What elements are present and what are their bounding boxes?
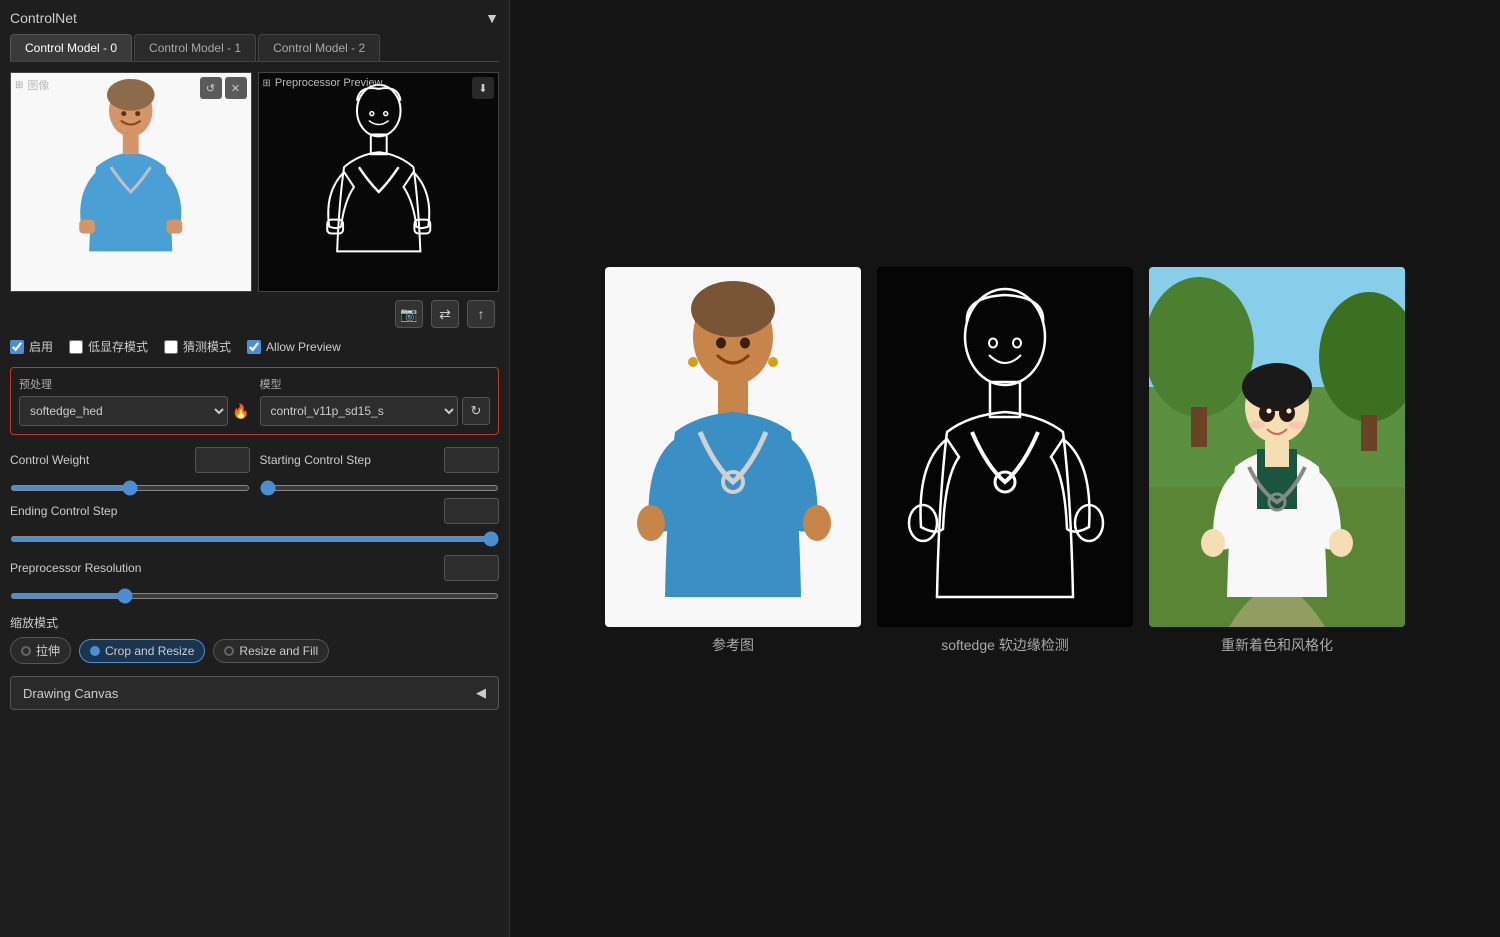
source-image-label: ⊞ 图像 bbox=[15, 77, 49, 93]
model-col: 模型 control_v11p_sd15_s ↻ bbox=[260, 376, 491, 426]
reference-caption: 参考图 bbox=[712, 635, 754, 655]
model-label: 模型 bbox=[260, 376, 491, 392]
refresh-source-btn[interactable]: ↺ bbox=[200, 77, 222, 99]
low-vram-label: 低显存模式 bbox=[88, 338, 148, 355]
radio-group: 拉伸 Crop and Resize Resize and Fill bbox=[10, 637, 499, 664]
anime-image bbox=[1149, 267, 1405, 627]
preproc-res-row: Preprocessor Resolution 512 bbox=[10, 555, 499, 581]
result-image-anime: 重新着色和风格化 bbox=[1149, 267, 1405, 655]
control-weight-value[interactable]: 1 bbox=[195, 447, 250, 473]
preprocessor-select-row: softedge_hed 🔥 bbox=[19, 396, 250, 426]
radio-crop-resize[interactable]: Crop and Resize bbox=[79, 639, 205, 663]
controlnet-header: ControlNet ▼ bbox=[10, 10, 499, 26]
allow-preview-checkbox-item[interactable]: Allow Preview bbox=[247, 340, 341, 354]
guess-mode-label: 猜测模式 bbox=[183, 338, 231, 355]
left-panel: ControlNet ▼ Control Model - 0 Control M… bbox=[0, 0, 510, 937]
scale-mode-section: 缩放模式 拉伸 Crop and Resize Resize and Fill bbox=[10, 614, 499, 664]
preproc-res-value[interactable]: 512 bbox=[444, 555, 499, 581]
nurse-photo bbox=[11, 73, 251, 291]
control-weight-label: Control Weight bbox=[10, 453, 90, 467]
upload-btn[interactable]: ↑ bbox=[467, 300, 495, 328]
right-panel: 参考图 bbox=[510, 0, 1500, 937]
preproc-res-label: Preprocessor Resolution bbox=[10, 561, 141, 575]
tab-control-model-2[interactable]: Control Model - 2 bbox=[258, 34, 380, 61]
ending-step-row: Ending Control Step 1 bbox=[10, 498, 499, 524]
control-weight-slider[interactable] bbox=[10, 485, 250, 491]
model-selection-box: 预处理 softedge_hed 🔥 模型 control_v11p_sd15_… bbox=[10, 367, 499, 435]
allow-preview-checkbox[interactable] bbox=[247, 340, 261, 354]
camera-btn[interactable]: 📷 bbox=[395, 300, 423, 328]
model-row: 预处理 softedge_hed 🔥 模型 control_v11p_sd15_… bbox=[19, 376, 490, 426]
starting-step-value[interactable]: 0 bbox=[444, 447, 499, 473]
source-image-controls: ↺ ✕ bbox=[200, 77, 247, 99]
edge-image bbox=[877, 267, 1133, 627]
anime-caption: 重新着色和风格化 bbox=[1221, 635, 1333, 655]
ending-step-value[interactable]: 1 bbox=[444, 498, 499, 524]
model-select[interactable]: control_v11p_sd15_s bbox=[260, 396, 459, 426]
model-select-row: control_v11p_sd15_s ↻ bbox=[260, 396, 491, 426]
low-vram-checkbox-item[interactable]: 低显存模式 bbox=[69, 338, 148, 355]
radio-dot-stretch bbox=[21, 646, 31, 656]
close-source-btn[interactable]: ✕ bbox=[225, 77, 247, 99]
ending-step-label: Ending Control Step bbox=[10, 504, 130, 518]
result-image-edge: softedge 软边缘检测 bbox=[877, 267, 1133, 655]
preview-image-label: ⊞ Preprocessor Preview bbox=[263, 77, 383, 89]
radio-dot-crop-resize bbox=[90, 646, 100, 656]
preprocessor-label: 预处理 bbox=[19, 376, 250, 392]
fire-icon: 🔥 bbox=[232, 403, 249, 420]
preview-dark-bg bbox=[259, 73, 499, 291]
action-row: 📷 ⇄ ↑ bbox=[10, 300, 499, 328]
source-image-box[interactable]: ⊞ 图像 ↺ ✕ bbox=[10, 72, 252, 292]
enable-checkbox[interactable] bbox=[10, 340, 24, 354]
guess-mode-checkbox[interactable] bbox=[164, 340, 178, 354]
drawing-canvas-row[interactable]: Drawing Canvas ◀ bbox=[10, 676, 499, 710]
result-images-row: 参考图 bbox=[605, 267, 1405, 655]
scale-mode-label: 缩放模式 bbox=[10, 614, 499, 631]
tabs-container: Control Model - 0 Control Model - 1 Cont… bbox=[10, 34, 499, 62]
download-preview-btn[interactable]: ⬇ bbox=[472, 77, 494, 99]
control-weight-row: Control Weight 1 bbox=[10, 447, 250, 473]
collapse-button[interactable]: ▼ bbox=[485, 10, 499, 26]
radio-stretch[interactable]: 拉伸 bbox=[10, 637, 71, 664]
edge-caption: softedge 软边缘检测 bbox=[941, 635, 1069, 655]
radio-resize-fill[interactable]: Resize and Fill bbox=[213, 639, 329, 663]
reference-image bbox=[605, 267, 861, 627]
tab-control-model-1[interactable]: Control Model - 1 bbox=[134, 34, 256, 61]
checkboxes-row: 启用 低显存模式 猜测模式 Allow Preview bbox=[10, 338, 499, 355]
preproc-res-slider[interactable] bbox=[10, 593, 499, 599]
preview-image-controls: ⬇ bbox=[472, 77, 494, 99]
guess-mode-checkbox-item[interactable]: 猜测模式 bbox=[164, 338, 231, 355]
low-vram-checkbox[interactable] bbox=[69, 340, 83, 354]
enable-label: 启用 bbox=[29, 338, 53, 355]
tab-control-model-0[interactable]: Control Model - 0 bbox=[10, 34, 132, 61]
two-col-sliders: Control Weight 1 Starting Control Step 0 bbox=[10, 447, 499, 494]
preview-image-box[interactable]: ⊞ Preprocessor Preview ⬇ bbox=[258, 72, 500, 292]
controlnet-title: ControlNet bbox=[10, 10, 77, 26]
drawing-canvas-label: Drawing Canvas bbox=[23, 686, 118, 701]
starting-step-row: Starting Control Step 0 bbox=[260, 447, 500, 473]
drawing-canvas-icon: ◀ bbox=[476, 685, 486, 701]
radio-dot-resize-fill bbox=[224, 646, 234, 656]
starting-step-slider[interactable] bbox=[260, 485, 500, 491]
preproc-res-section: Preprocessor Resolution 512 bbox=[10, 555, 499, 602]
starting-step-label: Starting Control Step bbox=[260, 453, 371, 467]
ending-step-slider[interactable] bbox=[10, 536, 499, 542]
preprocessor-col: 预处理 softedge_hed 🔥 bbox=[19, 376, 250, 426]
result-image-reference: 参考图 bbox=[605, 267, 861, 655]
swap-btn[interactable]: ⇄ bbox=[431, 300, 459, 328]
allow-preview-label: Allow Preview bbox=[266, 340, 341, 354]
enable-checkbox-item[interactable]: 启用 bbox=[10, 338, 53, 355]
refresh-model-btn[interactable]: ↻ bbox=[462, 397, 490, 425]
preprocessor-select[interactable]: softedge_hed bbox=[19, 396, 228, 426]
image-row: ⊞ 图像 ↺ ✕ bbox=[10, 72, 499, 292]
ending-step-section: Ending Control Step 1 bbox=[10, 498, 499, 545]
